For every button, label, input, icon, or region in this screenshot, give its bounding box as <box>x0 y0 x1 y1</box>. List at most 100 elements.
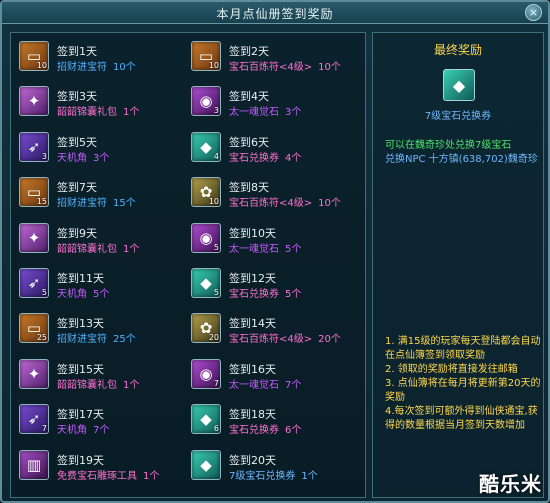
reward-name: 招财进宝符 <box>57 198 107 210</box>
note-line: 1. 满15级的玩家每天登陆都会自动在点仙簿签到领取奖励 <box>385 336 541 361</box>
reward-text: 宝石百炼符<4级> 20个 <box>229 330 341 345</box>
reward-text: 招财进宝符 10个 <box>57 58 136 73</box>
close-button[interactable]: × <box>525 4 542 21</box>
daily-reward-entry: ◆ 4 签到6天 宝石兑换券 4个 <box>191 131 361 174</box>
reward-item-icon[interactable]: ✦ <box>19 86 49 117</box>
reward-item-icon[interactable]: ✦ <box>19 358 49 389</box>
reward-count: 5个 <box>285 289 302 300</box>
daily-reward-entry: ◉ 7 签到16天 太一魂觉石 7个 <box>191 358 361 401</box>
reward-name: 免费宝石雕琢工具 <box>57 470 137 482</box>
reward-item-icon[interactable]: ◉ 7 <box>191 358 221 389</box>
day-label: 签到4天 <box>229 90 269 104</box>
item-quantity: 10 <box>208 61 219 70</box>
reward-count: 6个 <box>285 425 302 437</box>
reward-name: 宝石百炼符<4级> <box>229 198 313 210</box>
final-reward-npc-location: 兑换NPC 十方镇(638,702)魏奇珍 <box>385 154 538 165</box>
item-quantity: 25 <box>36 333 47 343</box>
daily-reward-entry: ✿ 20 签到14天 宝石百炼符<4级> 20个 <box>191 313 361 355</box>
final-reward-item-name: 7级宝石兑换券 <box>424 111 492 122</box>
reward-text: 免费宝石雕琢工具 1个 <box>57 467 159 482</box>
reward-count: 10个 <box>318 62 341 73</box>
reward-item-icon[interactable]: ➶ 5 <box>19 268 49 298</box>
reward-text: 天机角 5个 <box>57 285 109 300</box>
reward-item-icon[interactable]: ◉ 5 <box>191 222 221 253</box>
item-quantity: 4 <box>213 151 219 161</box>
reward-name: 太一魂觉石 <box>229 243 279 255</box>
reward-name: 招财进宝符 <box>57 62 107 73</box>
title-bar[interactable]: 本月点仙册签到奖励 × <box>2 2 548 24</box>
reward-count: 5个 <box>93 289 110 300</box>
item-quantity: 7 <box>213 378 219 388</box>
reward-item-icon[interactable]: ◆ 4 <box>191 131 221 162</box>
item-quantity: 3 <box>41 151 47 161</box>
reward-item-icon[interactable]: ▭ 25 <box>19 313 49 344</box>
daily-reward-entry: ✦ 签到3天 韶韶锦囊礼包 1个 <box>19 86 189 128</box>
item-quantity: 10 <box>208 197 219 207</box>
day-label: 签到10天 <box>229 226 276 240</box>
reward-item-icon[interactable]: ▥ <box>19 449 49 480</box>
reward-text: 韶韶锦囊礼包 1个 <box>57 103 139 118</box>
reward-name: 7级宝石兑换券 <box>229 470 296 482</box>
item-quantity: 5 <box>41 288 47 297</box>
reward-text: 天机角 7个 <box>57 421 109 436</box>
reward-item-icon[interactable]: ✦ <box>19 222 49 253</box>
reward-item-icon[interactable]: ◆ <box>191 449 221 480</box>
reward-count: 7个 <box>285 379 302 391</box>
item-quantity: 5 <box>213 288 219 297</box>
day-label: 签到2天 <box>229 45 269 58</box>
reward-count: 5个 <box>285 243 302 255</box>
daily-reward-entry: ➶ 5 签到11天 天机角 5个 <box>19 268 189 310</box>
reward-name: 天机角 <box>57 152 87 164</box>
reward-count: 3个 <box>93 152 110 164</box>
reward-item-icon[interactable]: ◆ 5 <box>191 268 221 298</box>
rules-notes: 1. 满15级的玩家每天登陆都会自动在点仙簿签到领取奖励 2. 领取的奖励将直接… <box>385 335 541 433</box>
day-label: 签到8天 <box>229 181 269 195</box>
daily-reward-entry: ▭ 15 签到7天招财进宝符 15个 <box>19 177 189 219</box>
daily-reward-entry: ▭ 10 签到2天 宝石百炼符<4级> 10个 <box>191 41 361 83</box>
reward-text: 天机角 3个 <box>57 149 109 164</box>
reward-text: 宝石兑换券 5个 <box>229 285 301 300</box>
note-line: 3. 点仙簿将在每月将更新第20天的奖励 <box>385 378 541 403</box>
note-line: 4.每次签到可额外得到仙侠通宝,获得的数量根据当月签到天数增加 <box>385 406 538 431</box>
daily-reward-entry: ◉ 5 签到10天太一魂觉石 5个 <box>191 222 361 265</box>
reward-name: 韶韶锦囊礼包 <box>57 107 117 119</box>
item-quantity: 6 <box>213 424 219 434</box>
reward-text: 太一魂觉石 5个 <box>229 240 301 255</box>
day-label: 签到7天 <box>57 181 97 195</box>
reward-name: 太一魂觉石 <box>229 379 279 391</box>
daily-reward-entry: ✦ 签到9天 韶韶锦囊礼包 1个 <box>19 222 189 265</box>
reward-name: 宝石百炼符<4级> <box>229 334 313 346</box>
reward-count: 1个 <box>123 107 140 119</box>
reward-name: 宝石兑换券 <box>229 425 279 437</box>
daily-reward-entry: ➶ 3 签到5天 天机角 3个 <box>19 131 189 174</box>
reward-text: 太一魂觉石 7个 <box>229 376 301 391</box>
daily-reward-entry: ◆ 5 签到12天 宝石兑换券 5个 <box>191 268 361 310</box>
day-label: 签到11天 <box>57 272 104 285</box>
reward-item-icon[interactable]: ✿ 20 <box>191 313 221 344</box>
reward-item-icon[interactable]: ➶ 7 <box>19 404 49 435</box>
reward-text: 宝石兑换券 4个 <box>229 149 301 164</box>
reward-item-icon[interactable]: ▭ 15 <box>19 177 49 208</box>
reward-item-icon[interactable]: ➶ 3 <box>19 131 49 162</box>
reward-item-icon[interactable]: ◆ 6 <box>191 404 221 435</box>
day-label: 签到1天 <box>57 45 97 58</box>
reward-text: 宝石百炼符<4级> 10个 <box>229 194 341 209</box>
day-label: 签到19天 <box>57 453 104 467</box>
reward-count: 25个 <box>113 334 136 346</box>
reward-item-icon[interactable]: ▭ 10 <box>19 41 49 71</box>
daily-reward-entry: ◉ 3 签到4天 太一魂觉石 3个 <box>191 86 361 128</box>
day-label: 签到18天 <box>229 408 276 422</box>
item-quantity: 5 <box>213 242 219 252</box>
daily-reward-entry: ▭ 25 签到13天 招财进宝符 25个 <box>19 313 189 355</box>
reward-text: 宝石百炼符<4级> 10个 <box>229 58 341 73</box>
item-quantity: 3 <box>213 106 219 116</box>
reward-count: 3个 <box>285 107 302 119</box>
reward-count: 4个 <box>285 152 302 164</box>
reward-name: 韶韶锦囊礼包 <box>57 243 117 255</box>
gem-coupon-icon[interactable]: ◆ <box>443 69 475 101</box>
reward-item-icon[interactable]: ✿ 10 <box>191 177 221 208</box>
reward-item-icon[interactable]: ◉ 3 <box>191 86 221 117</box>
reward-count: 20个 <box>318 334 341 346</box>
reward-item-icon[interactable]: ▭ 10 <box>191 41 221 71</box>
reward-count: 15个 <box>113 198 136 210</box>
